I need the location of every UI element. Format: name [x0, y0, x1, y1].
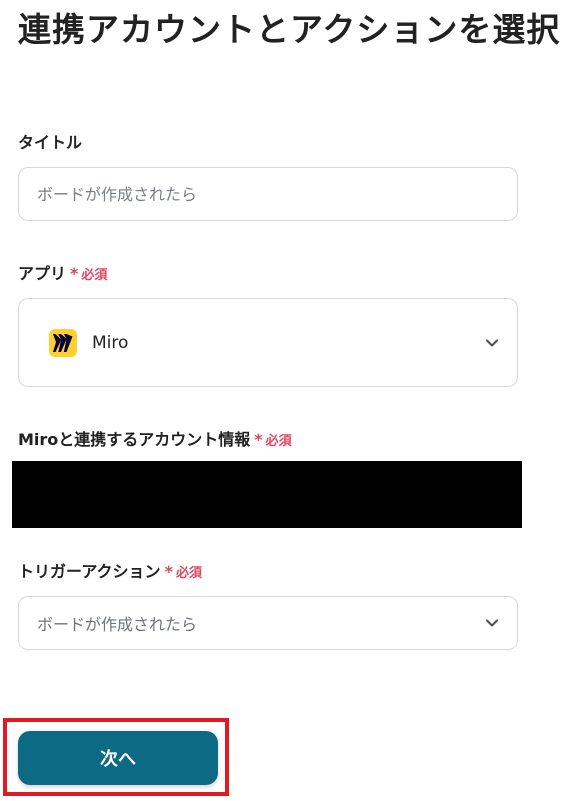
account-field-label: Miroと連携するアカウント情報 * 必須	[18, 429, 292, 453]
page-title: 連携アカウントとアクションを選択	[18, 10, 561, 49]
required-text: 必須	[81, 268, 108, 283]
app-label-text: アプリ	[18, 264, 67, 283]
trigger-action-selected-value: ボードが作成されたら	[37, 615, 198, 634]
app-field-label: アプリ * 必須	[18, 263, 107, 287]
required-star: *	[254, 430, 263, 449]
title-label-text: タイトル	[18, 133, 83, 152]
trigger-action-field-label: トリガーアクション * 必須	[18, 561, 202, 585]
miro-logo-glyph	[53, 333, 73, 352]
title-input[interactable]	[18, 167, 518, 221]
required-badge: * 必須	[254, 430, 292, 449]
account-label-text: Miroと連携するアカウント情報	[18, 430, 251, 449]
required-star: *	[164, 562, 173, 581]
required-text: 必須	[265, 434, 292, 449]
next-button[interactable]: 次へ	[18, 731, 218, 785]
account-info-redacted	[12, 461, 522, 528]
app-selected-value: Miro	[92, 332, 129, 353]
chevron-down-icon	[486, 339, 498, 346]
required-text: 必須	[175, 566, 202, 581]
title-field-label: タイトル	[18, 132, 82, 154]
miro-logo-icon	[49, 328, 77, 357]
required-badge: * 必須	[70, 264, 108, 283]
trigger-action-label-text: トリガーアクション	[18, 562, 161, 581]
required-badge: * 必須	[165, 562, 202, 581]
trigger-action-select[interactable]: ボードが作成されたら	[18, 596, 518, 650]
app-select[interactable]: Miro	[18, 298, 518, 387]
required-star: *	[70, 264, 79, 283]
chevron-down-icon	[486, 619, 498, 627]
